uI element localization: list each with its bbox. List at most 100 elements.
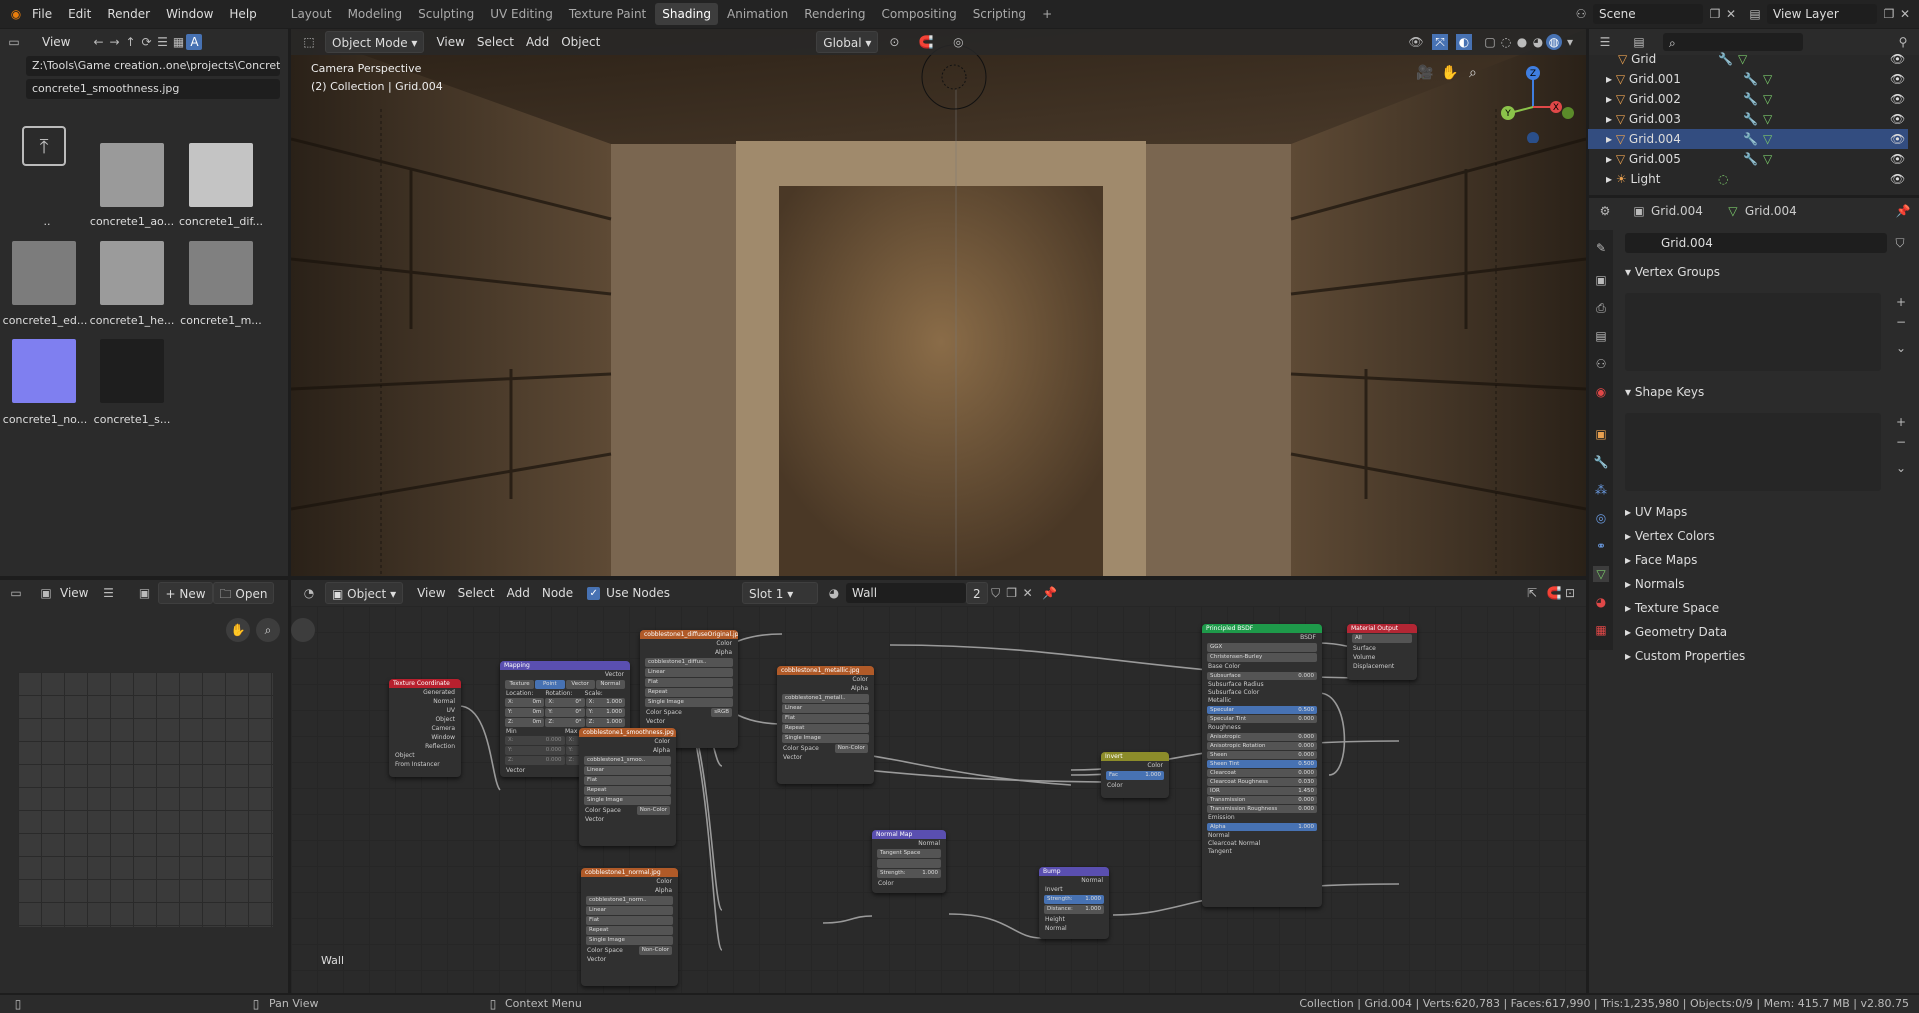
mapping-value-field[interactable]: Z: 1.000 — [585, 718, 625, 727]
color-space-value[interactable]: Non-Color — [636, 806, 670, 815]
slot-dropdown[interactable]: Slot 1 ▾ — [741, 582, 818, 604]
color-space-row[interactable]: Color Space Non-Color — [777, 744, 874, 753]
add-vertex-group-icon[interactable]: + — [1893, 294, 1909, 310]
bsdf-input[interactable]: Clearcoat Roughness 0.030 — [1207, 778, 1317, 786]
node-object-field[interactable]: Object — [389, 751, 461, 760]
normal-strength-field[interactable]: Strength: 1.000 — [877, 869, 941, 878]
outliner-editor-type-icon[interactable]: ☰ — [1597, 34, 1613, 50]
section-texture-space[interactable]: ▸ Texture Space — [1625, 601, 1719, 615]
node-normal-map[interactable]: Normal Map Normal Tangent Space Strength… — [872, 830, 946, 893]
viewport-3d[interactable]: ⬚ Object Mode ▾ View Select Add Object G… — [291, 29, 1586, 576]
section-normals[interactable]: ▸ Normals — [1625, 577, 1685, 591]
display-mode-icon[interactable]: ▤ — [1631, 34, 1647, 50]
color-space-row[interactable]: Color Space sRGB — [640, 708, 738, 717]
eye-icon[interactable]: 👁 — [1890, 49, 1905, 69]
outliner-row-grid-004[interactable]: ▸ ▽ Grid.004 🔧 ▽ 👁 — [1588, 129, 1908, 149]
grid-view-icon[interactable]: ▦ — [170, 34, 186, 50]
properties-editor-type-icon[interactable]: ⚙ — [1597, 203, 1613, 219]
orientation-dropdown[interactable]: Global ▾ — [816, 31, 879, 53]
material-tab-icon[interactable]: ◕ — [1593, 594, 1609, 610]
node-editor-type-icon[interactable]: ◔ — [301, 585, 317, 601]
node-image-texture-metallic[interactable]: cobblestone1_metallic.jpg Color Alpha cobbl… — [777, 666, 874, 784]
fake-user-icon[interactable]: ⛉ — [1892, 235, 1908, 251]
material-shading-icon[interactable]: ◕ — [1530, 34, 1546, 50]
shading-options-icon[interactable]: ▾ — [1562, 34, 1578, 50]
extension-dropdown[interactable]: Repeat — [586, 926, 673, 935]
viewport-editor-type-icon[interactable]: ⬚ — [301, 34, 317, 50]
minmax-value-field[interactable]: Y: 0.000 — [505, 746, 565, 755]
minmax-value-field[interactable]: Z: 0.000 — [505, 756, 565, 765]
distribution-dropdown[interactable]: GGX — [1207, 643, 1317, 652]
image-datablock-field[interactable]: cobblestone1_diffus.. — [645, 658, 733, 667]
parent-dir-icon[interactable]: ↑ — [122, 34, 138, 50]
filter-icon[interactable]: ⚲ — [1895, 34, 1911, 50]
use-nodes-checkbox-icon[interactable]: ✓ — [587, 586, 601, 600]
hand-pan-icon[interactable] — [291, 618, 315, 642]
remove-vertex-group-icon[interactable]: − — [1893, 314, 1909, 330]
bsdf-input[interactable]: Anisotropic Rotation 0.000 — [1207, 742, 1317, 750]
menu-edit[interactable]: Edit — [60, 0, 99, 28]
eye-icon[interactable]: 👁 — [1890, 89, 1905, 109]
mapping-value-field[interactable]: Y: 1.000 — [585, 708, 625, 717]
node-editor[interactable]: Texture Coordinate Generated Normal UV O… — [291, 580, 1586, 993]
extension-dropdown[interactable]: Repeat — [782, 724, 869, 733]
node-principled-bsdf[interactable]: Principled BSDF BSDF GGX Christensen-Bur… — [1202, 624, 1322, 907]
add-workspace-button[interactable]: + — [1035, 3, 1059, 25]
eye-icon[interactable]: 👁 — [1890, 169, 1905, 189]
invert-checkbox[interactable]: Invert — [1039, 885, 1109, 894]
outliner-row-light[interactable]: ▸ ☀ Light ◌ 👁 — [1588, 169, 1908, 189]
color-space-row[interactable]: Color Space Non-Color — [579, 806, 676, 815]
copy-view-layer-icon[interactable]: ❐ — [1881, 6, 1897, 22]
thumb-smoothness[interactable] — [100, 339, 164, 403]
menu-window[interactable]: Window — [158, 0, 221, 28]
wireframe-shading-icon[interactable]: ◌ — [1498, 34, 1514, 50]
image-datablock-field[interactable]: cobblestone1_norm.. — [586, 896, 673, 905]
material-name-field[interactable]: Wall — [845, 583, 966, 603]
image-mode-icon[interactable]: ▣ — [38, 585, 54, 601]
image-datablock-field[interactable]: cobblestone1_smoo.. — [584, 756, 671, 765]
bsdf-input[interactable]: Sheen Tint 0.500 — [1207, 760, 1317, 768]
tab-rendering[interactable]: Rendering — [797, 3, 872, 25]
snap-icon[interactable]: 🧲 — [1546, 585, 1562, 601]
file-path-field[interactable]: Z:\Tools\Game creation..one\projects\Con… — [26, 56, 280, 76]
bsdf-input[interactable]: Transmission Roughness 0.000 — [1207, 805, 1317, 813]
texture-tab-icon[interactable]: ▦ — [1593, 622, 1609, 638]
tab-texture-paint[interactable]: Texture Paint — [562, 3, 653, 25]
proportional-edit-icon[interactable]: ◎ — [950, 34, 966, 50]
hamburger-menu-icon[interactable]: ☰ — [100, 585, 116, 601]
view-layer-tab-icon[interactable]: ▤ — [1593, 328, 1609, 344]
bsdf-input[interactable]: Transmission 0.000 — [1207, 796, 1317, 804]
color-space-row[interactable]: Color Space Non-Color — [581, 946, 678, 955]
solid-shading-icon[interactable]: ● — [1514, 34, 1530, 50]
menu-help[interactable]: Help — [221, 0, 264, 28]
add-shape-key-icon[interactable]: + — [1893, 414, 1909, 430]
section-face-maps[interactable]: ▸ Face Maps — [1625, 553, 1697, 567]
back-arrow-icon[interactable]: ← — [90, 34, 106, 50]
bsdf-input[interactable]: Sheen 0.000 — [1207, 751, 1317, 759]
thumb-normal[interactable] — [12, 339, 76, 403]
node-bump[interactable]: Bump Normal Invert Strength: 1.000 Distan… — [1039, 867, 1109, 939]
gizmo-icon[interactable]: ⤧ — [1432, 34, 1448, 50]
mapping-value-field[interactable]: Z: 0° — [545, 718, 585, 727]
parent-node-tree-icon[interactable]: ⇱ — [1524, 585, 1540, 601]
mapping-value-field[interactable]: Z: 0m — [505, 718, 545, 727]
parent-folder-icon[interactable]: ⤒ — [22, 126, 66, 166]
viewport-view-menu[interactable]: View — [430, 31, 470, 53]
scene-tab-icon[interactable]: ⚇ — [1593, 356, 1609, 372]
node-invert[interactable]: Invert Color Fac 1.000 Color — [1101, 752, 1169, 798]
eye-icon[interactable]: 👁 — [1890, 129, 1905, 149]
thumb-diffuse[interactable] — [189, 143, 253, 207]
mapping-value-field[interactable]: X: 0m — [505, 698, 545, 707]
source-dropdown[interactable]: Single Image — [782, 734, 869, 743]
outliner-row-grid-001[interactable]: ▸ ▽ Grid.001 🔧 ▽ 👁 — [1588, 69, 1908, 89]
data-tab-icon[interactable]: ▽ — [1593, 566, 1609, 582]
list-view-icon[interactable]: ☰ — [154, 34, 170, 50]
projection-dropdown[interactable]: Flat — [586, 916, 673, 925]
node-add-menu[interactable]: Add — [501, 582, 536, 604]
use-nodes-label[interactable]: Use Nodes — [600, 582, 676, 604]
overlay-icon[interactable]: ◐ — [1456, 34, 1472, 50]
pin-icon[interactable]: 📌 — [1042, 585, 1058, 601]
tab-animation[interactable]: Animation — [720, 3, 795, 25]
shape-keys-list[interactable] — [1625, 413, 1881, 491]
eye-icon[interactable]: 👁 — [1890, 69, 1905, 89]
